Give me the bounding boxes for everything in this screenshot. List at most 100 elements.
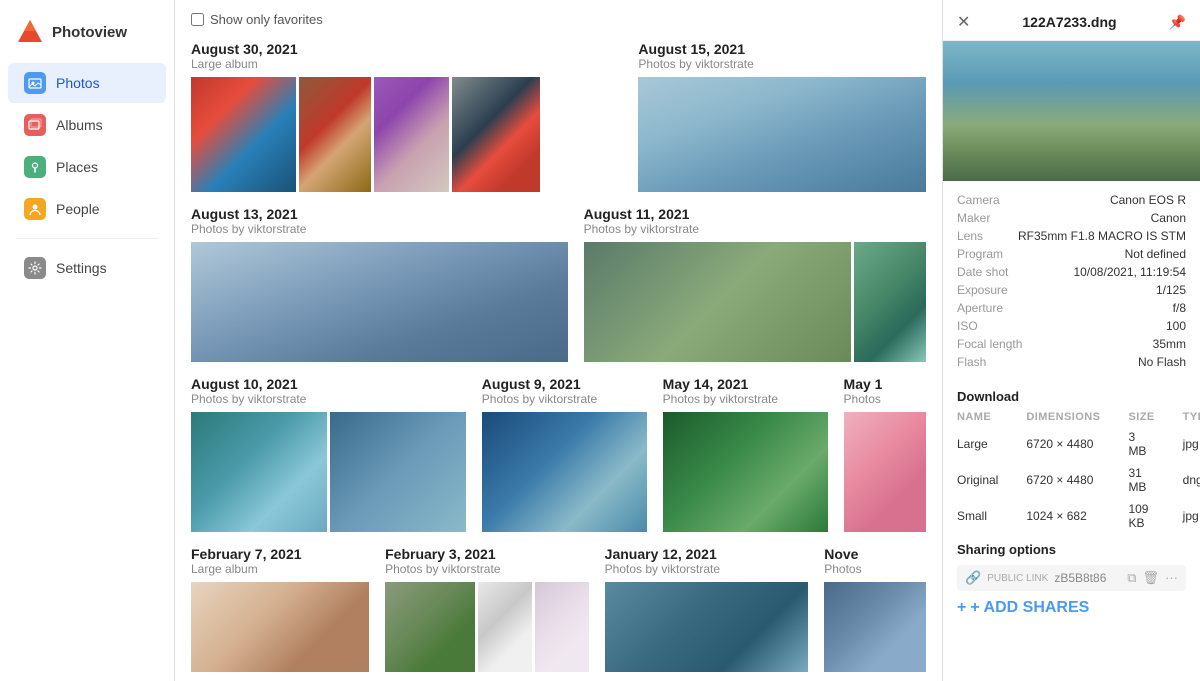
download-original-dimensions: 6720 × 4480 — [1012, 462, 1114, 498]
download-small-size: 109 KB — [1114, 498, 1168, 534]
section-aug11-header: August 11, 2021 Photos by viktorstrate — [584, 206, 926, 236]
meta-flash-value: No Flash — [1138, 355, 1186, 369]
main-content: Show only favorites August 30, 2021 Larg… — [175, 0, 942, 681]
sharing-title: Sharing options — [957, 542, 1186, 557]
meta-focallength-label: Focal length — [957, 337, 1022, 351]
meta-dateshot-value: 10/08/2021, 11:19:54 — [1073, 265, 1186, 279]
section-aug15-album: Photos by viktorstrate — [638, 57, 926, 71]
sidebar-albums-label: Albums — [56, 117, 103, 133]
photo-thumb[interactable] — [330, 412, 466, 532]
photo-thumb[interactable] — [824, 582, 926, 672]
app-logo-icon — [16, 18, 44, 46]
photo-sections-row-1: August 30, 2021 Large album August 15, 2… — [191, 41, 926, 192]
section-may14: May 14, 2021 Photos by viktorstrate — [663, 376, 828, 532]
section-feb3: February 3, 2021 Photos by viktorstrate — [385, 546, 589, 672]
section-aug10-album: Photos by viktorstrate — [191, 392, 466, 406]
download-row-large[interactable]: Large 6720 × 4480 3 MB jpg — [943, 426, 1200, 462]
more-link-icon[interactable]: ··· — [1165, 570, 1178, 586]
sidebar-item-settings[interactable]: Settings — [8, 248, 166, 288]
download-section-title: Download — [943, 381, 1200, 408]
copy-link-icon[interactable]: ⧉ — [1127, 570, 1136, 586]
meta-program: Program Not defined — [957, 245, 1186, 263]
download-small-dimensions: 1024 × 682 — [1012, 498, 1114, 534]
section-aug13-album: Photos by viktorstrate — [191, 222, 568, 236]
photo-thumb[interactable] — [299, 77, 371, 192]
section-nov-album: Photos — [824, 562, 926, 576]
show-favorites-checkbox[interactable] — [191, 13, 204, 26]
meta-iso-label: ISO — [957, 319, 978, 333]
sidebar-nav: Photos Albums Places — [0, 62, 174, 289]
photo-thumb[interactable] — [191, 242, 568, 362]
add-shares-button[interactable]: + + ADD SHARES — [957, 599, 1186, 617]
section-feb3-date: February 3, 2021 — [385, 546, 589, 562]
section-jan12-header: January 12, 2021 Photos by viktorstrate — [605, 546, 809, 576]
photo-thumb[interactable] — [584, 242, 851, 362]
panel-pin-button[interactable]: 📌 — [1169, 14, 1186, 31]
meta-camera: Camera Canon EOS R — [957, 191, 1186, 209]
meta-flash-label: Flash — [957, 355, 986, 369]
photo-thumb[interactable] — [535, 582, 589, 672]
sidebar-item-places[interactable]: Places — [8, 147, 166, 187]
photo-thumb[interactable] — [638, 77, 926, 192]
section-aug13-header: August 13, 2021 Photos by viktorstrate — [191, 206, 568, 236]
section-nov: Nove Photos — [824, 546, 926, 672]
photo-thumb[interactable] — [191, 582, 369, 672]
show-favorites-label[interactable]: Show only favorites — [210, 12, 323, 27]
photo-thumb[interactable] — [663, 412, 828, 532]
section-aug11-date: August 11, 2021 — [584, 206, 926, 222]
section-may1-album: Photos — [844, 392, 926, 406]
meta-flash: Flash No Flash — [957, 353, 1186, 371]
meta-exposure-label: Exposure — [957, 283, 1008, 297]
photo-sections-row-3: August 10, 2021 Photos by viktorstrate A… — [191, 376, 926, 532]
delete-link-icon[interactable]: 🗑 — [1142, 570, 1159, 586]
link-icon: 🔗 — [965, 570, 981, 586]
section-aug13-photos — [191, 242, 568, 362]
panel-header: ✕ 122A7233.dng 📌 — [943, 0, 1200, 41]
sidebar-photos-label: Photos — [56, 75, 100, 91]
meta-aperture-value: f/8 — [1173, 301, 1186, 315]
sidebar-item-photos[interactable]: Photos — [8, 63, 166, 103]
meta-maker-label: Maker — [957, 211, 990, 225]
section-feb7-header: February 7, 2021 Large album — [191, 546, 369, 576]
photo-thumb[interactable] — [191, 412, 327, 532]
sidebar-divider — [16, 238, 158, 239]
photo-thumb[interactable] — [374, 77, 449, 192]
section-aug30-date: August 30, 2021 — [191, 41, 622, 57]
section-may14-date: May 14, 2021 — [663, 376, 828, 392]
sidebar-item-people[interactable]: People — [8, 189, 166, 229]
photo-thumb[interactable] — [452, 77, 540, 192]
section-feb3-album: Photos by viktorstrate — [385, 562, 589, 576]
sidebar-places-label: Places — [56, 159, 98, 175]
section-jan12-album: Photos by viktorstrate — [605, 562, 809, 576]
download-row-small[interactable]: Small 1024 × 682 109 KB jpg — [943, 498, 1200, 534]
panel-metadata: Camera Canon EOS R Maker Canon Lens RF35… — [943, 181, 1200, 381]
sharing-section: Sharing options 🔗 PUBLIC LINK zB5B8t86 ⧉… — [943, 534, 1200, 625]
download-row-original[interactable]: Original 6720 × 4480 31 MB dng — [943, 462, 1200, 498]
section-feb7-date: February 7, 2021 — [191, 546, 369, 562]
photo-thumb[interactable] — [482, 412, 647, 532]
section-aug30-header: August 30, 2021 Large album — [191, 41, 622, 71]
photo-thumb[interactable] — [191, 77, 296, 192]
download-col-size: SIZE — [1114, 408, 1168, 426]
photo-thumb[interactable] — [605, 582, 809, 672]
section-aug11-album: Photos by viktorstrate — [584, 222, 926, 236]
section-aug10: August 10, 2021 Photos by viktorstrate — [191, 376, 466, 532]
photo-thumb[interactable] — [478, 582, 532, 672]
section-nov-header: Nove Photos — [824, 546, 926, 576]
panel-close-button[interactable]: ✕ — [957, 12, 970, 32]
photos-icon — [24, 72, 46, 94]
people-icon — [24, 198, 46, 220]
section-feb7-album: Large album — [191, 562, 369, 576]
photo-thumb[interactable] — [854, 242, 926, 362]
download-table: NAME DIMENSIONS SIZE TYPE Large 6720 × 4… — [943, 408, 1200, 534]
section-aug10-photos — [191, 412, 466, 532]
download-col-dimensions: DIMENSIONS — [1012, 408, 1114, 426]
panel-preview-image[interactable] — [943, 41, 1200, 181]
sidebar-item-albums[interactable]: Albums — [8, 105, 166, 145]
photo-thumb[interactable] — [844, 412, 926, 532]
meta-aperture-label: Aperture — [957, 301, 1003, 315]
photo-thumb[interactable] — [385, 582, 475, 672]
section-may1: May 1 Photos — [844, 376, 926, 532]
meta-iso: ISO 100 — [957, 317, 1186, 335]
meta-program-label: Program — [957, 247, 1003, 261]
